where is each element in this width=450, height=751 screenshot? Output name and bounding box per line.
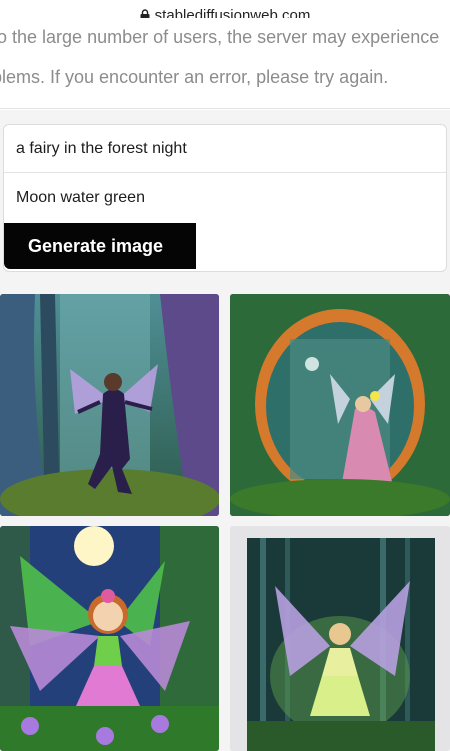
- fairy-image-3[interactable]: [0, 526, 219, 751]
- server-notice: to the large number of users, the server…: [0, 18, 450, 110]
- generate-image-button[interactable]: Generate image: [4, 223, 196, 269]
- second-input[interactable]: Moon water green: [4, 174, 446, 222]
- fairy-image-1[interactable]: [0, 294, 219, 516]
- divider: [0, 108, 450, 109]
- fairy-image-4[interactable]: [230, 526, 450, 751]
- notice-line-2: blems. If you encounter an error, please…: [0, 67, 389, 87]
- notice-line-1: to the large number of users, the server…: [0, 27, 440, 47]
- fairy-image-2[interactable]: [230, 294, 450, 516]
- prompt-input[interactable]: a fairy in the forest night: [4, 125, 446, 173]
- prompt-form: a fairy in the forest night Moon water g…: [3, 124, 447, 272]
